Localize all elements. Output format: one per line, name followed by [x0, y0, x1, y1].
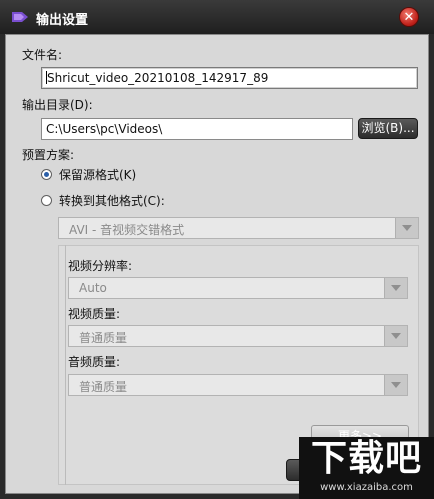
file-name-value: Shricut_video_20210108_142917_89	[47, 71, 269, 85]
audio-quality-select[interactable]: 普通质量	[68, 374, 408, 396]
video-quality-select[interactable]: 普通质量	[68, 325, 408, 347]
dialog-body: 文件名: Shricut_video_20210108_142917_89 输出…	[5, 34, 429, 494]
chevron-down-icon	[384, 375, 407, 395]
app-logo-icon	[12, 12, 28, 22]
video-resolution-select[interactable]: Auto	[68, 277, 408, 299]
watermark-url: www.xiazaiba.com	[320, 482, 413, 493]
chevron-down-icon	[395, 218, 418, 238]
title-bar: 输出设置 ✕	[0, 0, 434, 34]
site-watermark: 下载吧 www.xiazaiba.com	[299, 437, 434, 499]
video-quality-value: 普通质量	[79, 331, 128, 345]
convert-format-label[interactable]: 转换到其他格式(C):	[59, 192, 165, 209]
keep-source-radio[interactable]	[41, 169, 52, 180]
audio-quality-label: 音频质量:	[68, 355, 121, 369]
chevron-down-icon	[384, 278, 407, 298]
video-quality-label: 视频质量:	[68, 307, 121, 321]
preset-label: 预置方案:	[22, 148, 75, 162]
file-name-label: 文件名:	[22, 48, 63, 62]
video-resolution-label: 视频分辨率:	[68, 259, 133, 273]
format-select-value: AVI - 音视频交错格式	[69, 223, 185, 237]
chevron-down-icon	[384, 326, 407, 346]
convert-format-radio[interactable]	[41, 195, 52, 206]
output-dir-label: 输出目录(D):	[22, 98, 93, 112]
video-resolution-value: Auto	[79, 281, 107, 295]
close-button[interactable]: ✕	[399, 7, 419, 27]
output-dir-value: C:\Users\pc\Videos\	[46, 122, 163, 136]
keep-source-label[interactable]: 保留源格式(K)	[59, 166, 136, 183]
output-dir-field[interactable]: C:\Users\pc\Videos\	[41, 118, 353, 140]
file-name-field[interactable]: Shricut_video_20210108_142917_89	[41, 67, 418, 89]
browse-button[interactable]: 浏览(B)...	[358, 118, 418, 139]
close-icon: ✕	[403, 10, 415, 25]
panel-divider	[65, 245, 66, 485]
window-title: 输出设置	[36, 13, 89, 28]
watermark-logo: 下载吧	[310, 438, 422, 479]
audio-quality-value: 普通质量	[79, 380, 128, 394]
format-select[interactable]: AVI - 音视频交错格式	[58, 217, 419, 239]
